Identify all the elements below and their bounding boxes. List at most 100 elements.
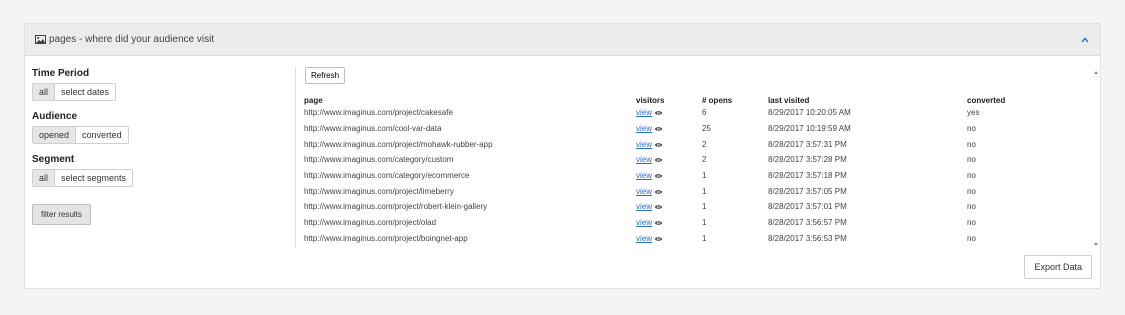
table-row: http://www.imaginus.com/category/custom v…	[304, 152, 1087, 168]
opens-cell: 1	[702, 233, 707, 243]
select-segments-button[interactable]: select segments	[55, 170, 133, 186]
visitors-cell: view	[636, 136, 702, 152]
view-visitors-link[interactable]: view	[636, 140, 652, 149]
eye-icon	[654, 173, 663, 178]
last-visited-cell: 8/28/2017 3:57:28 PM	[768, 155, 847, 165]
last-visited-cell: 8/28/2017 3:57:18 PM	[768, 171, 847, 181]
segment-toggle: all select segments	[32, 169, 134, 187]
eye-icon	[654, 189, 663, 194]
last-visited-cell: 8/28/2017 3:57:01 PM	[768, 202, 847, 212]
table-row: http://www.imaginus.com/category/ecommer…	[304, 168, 1087, 184]
eye-icon	[654, 126, 663, 131]
visitors-cell: view	[636, 152, 702, 168]
time-period-all-button[interactable]: all	[33, 84, 56, 100]
visitors-cell: view	[636, 183, 702, 199]
view-visitors-link[interactable]: view	[636, 155, 652, 164]
table-row: http://www.imaginus.com/project/boingnet…	[304, 231, 1087, 247]
pages-table: page visitors # opens last visited conve…	[304, 95, 1087, 246]
eye-icon	[654, 205, 663, 210]
pages-panel: pages - where did your audience visit Ti…	[24, 23, 1101, 289]
time-period-label: Time Period	[32, 68, 90, 79]
page-url-cell: http://www.imaginus.com/category/custom	[304, 155, 454, 165]
filter-sidebar: Time Period all select dates Audience op…	[32, 68, 292, 225]
eye-icon	[654, 111, 663, 116]
converted-cell: yes	[967, 108, 980, 118]
view-visitors-link[interactable]: view	[636, 234, 652, 243]
view-visitors-link[interactable]: view	[636, 124, 652, 133]
page-url-cell: http://www.imaginus.com/project/mohawk-r…	[304, 139, 493, 149]
visitors-cell: view	[636, 231, 702, 247]
opens-cell: 25	[702, 124, 711, 134]
opens-cell: 1	[702, 202, 707, 212]
image-icon	[35, 35, 46, 44]
table-row: http://www.imaginus.com/project/robert-k…	[304, 199, 1087, 215]
table-header-row: page visitors # opens last visited conve…	[304, 95, 1087, 105]
panel-header: pages - where did your audience visit	[25, 24, 1100, 56]
opens-cell: 6	[702, 108, 707, 118]
converted-cell: no	[967, 233, 976, 243]
converted-cell: no	[967, 124, 976, 134]
opens-cell: 2	[702, 155, 707, 165]
opens-cell: 1	[702, 186, 707, 196]
segment-all-button[interactable]: all	[33, 170, 56, 186]
column-header-last-visited[interactable]: last visited	[768, 95, 967, 105]
segment-label: Segment	[32, 154, 75, 165]
audience-opened-button[interactable]: opened	[33, 127, 77, 143]
column-header-opens[interactable]: # opens	[702, 95, 768, 105]
table-row: http://www.imaginus.com/cool-var-data vie…	[304, 121, 1087, 137]
view-visitors-link[interactable]: view	[636, 171, 652, 180]
panel-title: pages - where did your audience visit	[49, 34, 215, 45]
column-header-visitors[interactable]: visitors	[636, 95, 702, 105]
view-visitors-link[interactable]: view	[636, 218, 652, 227]
last-visited-cell: 8/28/2017 3:57:31 PM	[768, 139, 847, 149]
column-header-page[interactable]: page	[304, 95, 636, 105]
table-row: http://www.imaginus.com/project/limeberr…	[304, 183, 1087, 199]
table-scrollbar[interactable]	[1092, 67, 1100, 248]
last-visited-cell: 8/29/2017 10:20:05 AM	[768, 108, 851, 118]
converted-cell: no	[967, 202, 976, 212]
select-dates-button[interactable]: select dates	[55, 84, 116, 100]
page-url-cell: http://www.imaginus.com/project/limeberr…	[304, 186, 454, 196]
scroll-up-arrow-icon[interactable]	[1094, 71, 1098, 74]
visitors-cell: view	[636, 199, 702, 215]
visitors-cell: view	[636, 105, 702, 121]
page-url-cell: http://www.imaginus.com/category/ecommer…	[304, 171, 470, 181]
page-url-cell: http://www.imaginus.com/project/olad	[304, 218, 437, 228]
converted-cell: no	[967, 218, 976, 228]
column-header-converted[interactable]: converted	[967, 95, 1087, 105]
last-visited-cell: 8/28/2017 3:57:05 PM	[768, 186, 847, 196]
last-visited-cell: 8/28/2017 3:56:53 PM	[768, 233, 847, 243]
view-visitors-link[interactable]: view	[636, 202, 652, 211]
chevron-up-icon[interactable]	[1080, 35, 1090, 45]
filter-results-button[interactable]: filter results	[32, 204, 91, 225]
view-visitors-link[interactable]: view	[636, 108, 652, 117]
view-visitors-link[interactable]: view	[636, 187, 652, 196]
table-row: http://www.imaginus.com/project/olad view…	[304, 215, 1087, 231]
converted-cell: no	[967, 171, 976, 181]
eye-icon	[654, 236, 663, 241]
opens-cell: 1	[702, 171, 707, 181]
opens-cell: 2	[702, 139, 707, 149]
export-data-button[interactable]: Export Data	[1024, 255, 1092, 279]
converted-cell: no	[967, 186, 976, 196]
results-pane: Refresh page visitors # opens last visit…	[295, 67, 1100, 248]
page-url-cell: http://www.imaginus.com/project/robert-k…	[304, 202, 488, 212]
eye-icon	[654, 158, 663, 163]
opens-cell: 1	[702, 218, 707, 228]
converted-cell: no	[967, 139, 976, 149]
table-row: http://www.imaginus.com/project/cakesafe…	[304, 105, 1087, 121]
last-visited-cell: 8/29/2017 10:19:59 AM	[768, 124, 851, 134]
audience-label: Audience	[32, 111, 78, 122]
visitors-cell: view	[636, 215, 702, 231]
visitors-cell: view	[636, 121, 702, 137]
visitors-cell: view	[636, 168, 702, 184]
converted-cell: no	[967, 155, 976, 165]
page-url-cell: http://www.imaginus.com/project/boingnet…	[304, 233, 468, 243]
audience-converted-button[interactable]: converted	[76, 127, 128, 143]
last-visited-cell: 8/28/2017 3:56:57 PM	[768, 218, 847, 228]
page-url-cell: http://www.imaginus.com/cool-var-data	[304, 124, 442, 134]
refresh-button[interactable]: Refresh	[305, 67, 346, 84]
audience-toggle: opened converted	[32, 126, 129, 144]
time-period-toggle: all select dates	[32, 83, 117, 101]
scroll-down-arrow-icon[interactable]	[1094, 243, 1098, 246]
